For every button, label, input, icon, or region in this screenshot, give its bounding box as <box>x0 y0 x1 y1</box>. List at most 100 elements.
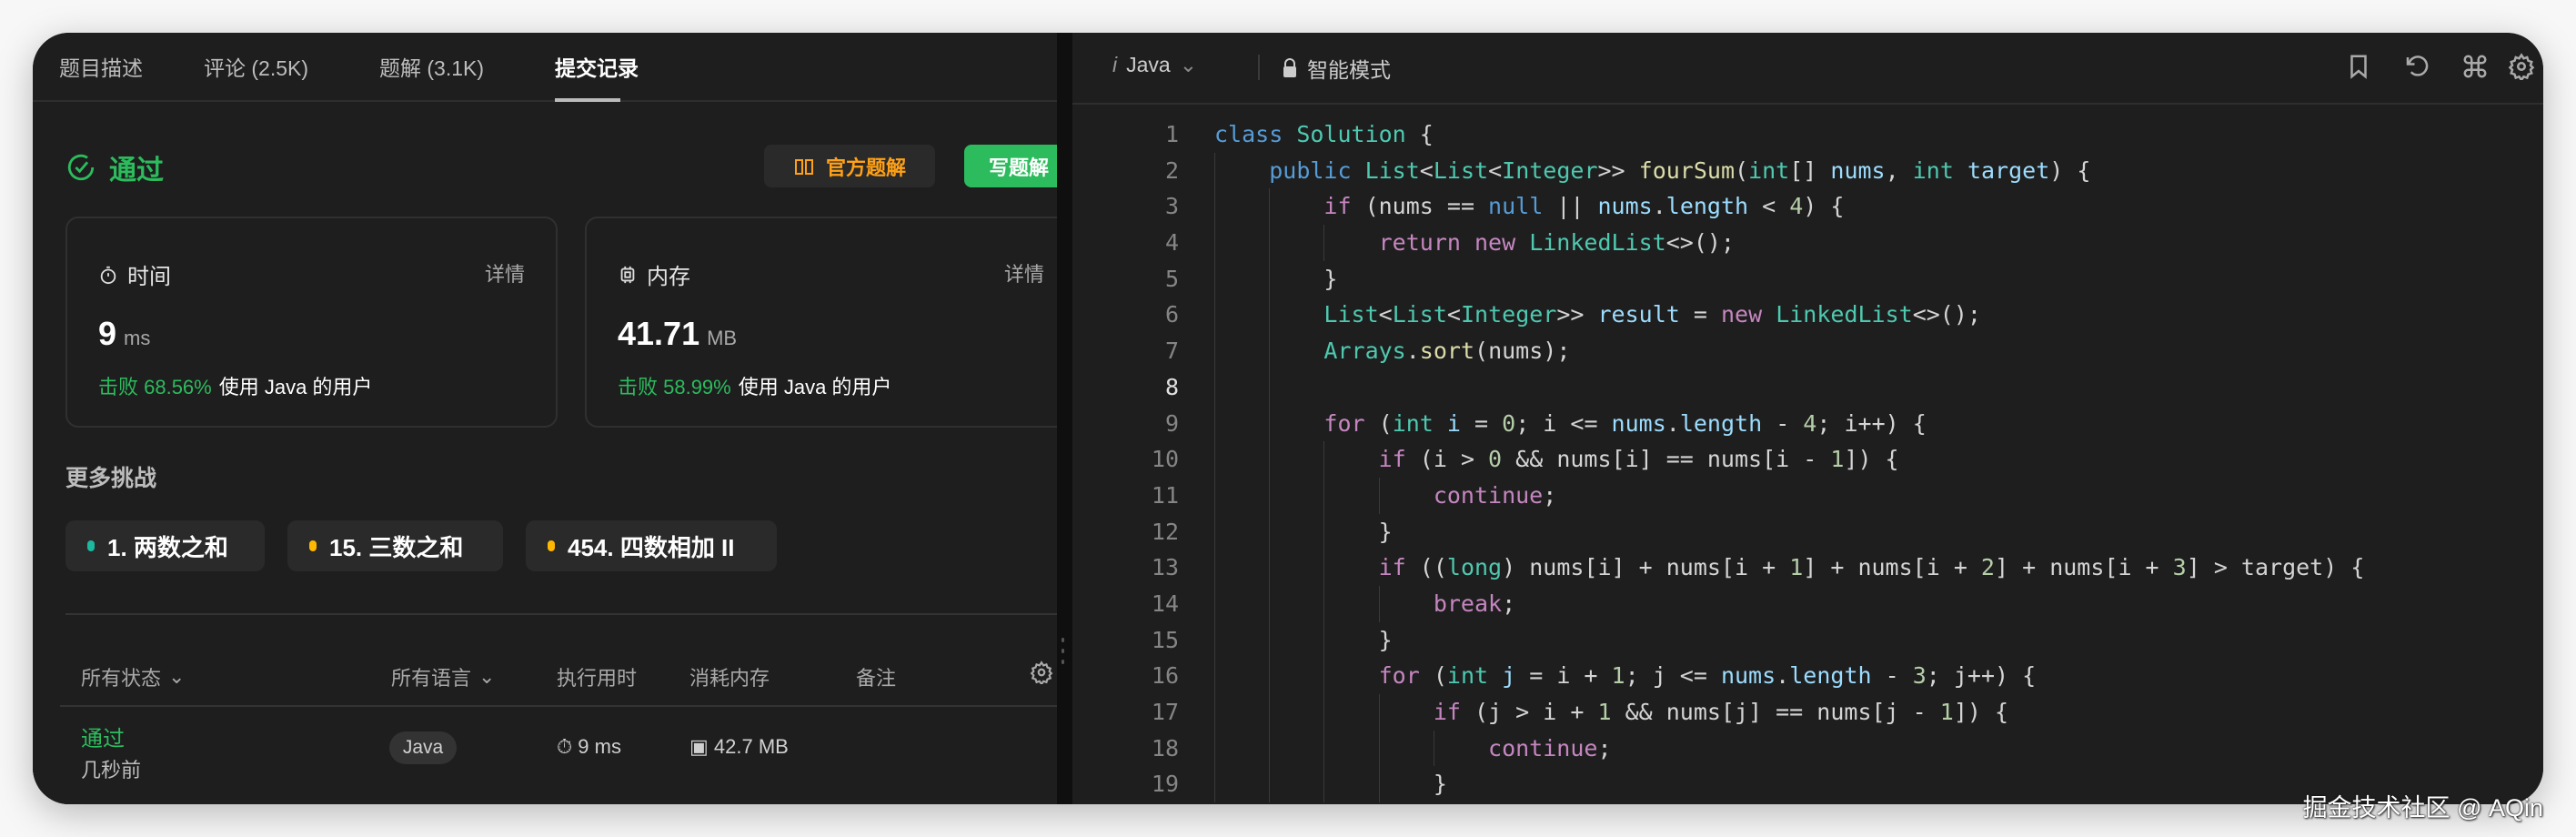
language-select-value: Java <box>1126 53 1171 76</box>
check-circle-icon <box>67 154 95 181</box>
code-token: nums <box>1830 156 1886 184</box>
runtime-unit: ms <box>124 327 151 349</box>
chip-icon <box>620 266 635 283</box>
code-text: class Solution { <box>1214 116 1434 153</box>
line-number: 14 <box>1151 590 1179 617</box>
code-token: List <box>1433 156 1489 184</box>
code-token: . <box>1665 409 1680 437</box>
language-select[interactable]: i Java ⌄ <box>1112 53 1197 77</box>
code-token: result <box>1597 301 1680 328</box>
active-tab-indicator <box>555 98 620 102</box>
code-token: ; <box>1502 590 1516 617</box>
command-icon[interactable] <box>2461 53 2489 80</box>
code-token: ( <box>1735 156 1749 184</box>
code-token: List <box>1364 156 1420 184</box>
code-token: 0 <box>1488 446 1503 473</box>
tab-comments[interactable]: 评论 (2.5K) <box>204 51 308 82</box>
line-number: 10 <box>1151 446 1179 473</box>
code-token: (( <box>1405 554 1447 581</box>
runtime-header: 执行用时 <box>557 667 638 690</box>
code-token: if <box>1433 699 1461 725</box>
code-token: class <box>1214 121 1297 147</box>
challenge-chip[interactable]: 15. 三数之和 <box>287 520 503 571</box>
line-number: 6 <box>1164 301 1179 328</box>
code-token: 1 <box>1597 699 1612 725</box>
difficulty-dot-icon <box>87 540 95 551</box>
code-token: int <box>1392 409 1447 437</box>
runtime-title: 时间 <box>98 258 171 290</box>
line-number: 12 <box>1151 518 1179 545</box>
code-text: } <box>1214 766 1447 802</box>
code-token: if <box>1378 554 1406 581</box>
code-text: if ((long) nums[i] + nums[i + 1] + nums[… <box>1214 550 2365 586</box>
section-divider <box>65 613 1057 615</box>
code-token: < <box>1419 156 1434 184</box>
code-token: Solution <box>1296 121 1406 147</box>
reset-icon[interactable] <box>2403 53 2430 80</box>
code-token: List <box>1392 301 1447 328</box>
code-token: 0 <box>1502 409 1516 437</box>
submission-panel: 题目描述 评论 (2.5K) 题解 (3.1K) 提交记录 通过 官方题解 写题… <box>33 33 1057 804</box>
code-token: LinkedList <box>1776 301 1913 328</box>
code-token: ] > target) { <box>2186 554 2365 581</box>
code-token: return new <box>1378 229 1530 257</box>
code-token: Integer <box>1460 301 1557 328</box>
line-number: 15 <box>1151 626 1179 653</box>
memory-detail-link[interactable]: 详情 <box>1004 258 1044 287</box>
challenge-chip[interactable]: 454. 四数相加 II <box>526 520 777 571</box>
challenge-chip[interactable]: 1. 两数之和 <box>65 520 265 571</box>
memory-number: 41.71 <box>618 315 700 352</box>
code-token: - <box>1762 409 1804 437</box>
code-token: int <box>1446 662 1503 690</box>
status-filter[interactable]: 所有状态 ⌄ <box>81 662 185 691</box>
code-token: for <box>1378 662 1420 690</box>
language-filter[interactable]: 所有语言 ⌄ <box>391 662 495 691</box>
code-token: 1 <box>1789 554 1804 581</box>
code-token: (i > <box>1405 446 1489 473</box>
code-token: 1 <box>1830 446 1845 473</box>
indent-guide <box>1269 368 1271 406</box>
write-solution-button[interactable]: 写题解 <box>964 145 1057 187</box>
row-status[interactable]: 通过 <box>81 721 125 752</box>
code-token: } <box>1214 518 1393 545</box>
tab-submissions[interactable]: 提交记录 <box>555 51 639 82</box>
memory-card: 内存 详情 41.71 MB 击败 58.99% 使用 Java 的用户 <box>585 217 1057 428</box>
chevron-down-icon: ⌄ <box>168 665 186 688</box>
memory-beat: 击败 58.99% 使用 Java 的用户 <box>618 371 891 400</box>
tab-description[interactable]: 题目描述 <box>59 51 143 82</box>
runtime-beat-percent: 击败 68.56% <box>98 376 212 398</box>
difficulty-dot-icon <box>309 540 317 551</box>
bookmark-icon[interactable] <box>2345 53 2372 80</box>
smart-mode-toggle[interactable]: 智能模式 <box>1282 53 1391 84</box>
code-token: } <box>1214 771 1447 798</box>
line-number: 11 <box>1151 481 1179 509</box>
code-token: < <box>1488 156 1503 184</box>
code-token: List <box>1323 301 1379 328</box>
code-token: (j > i + <box>1460 699 1598 725</box>
book-icon <box>794 158 813 175</box>
code-token: && nums[i] == nums[i - <box>1502 446 1831 473</box>
memory-title-text: 内存 <box>647 265 690 289</box>
code-token: Arrays <box>1323 338 1406 365</box>
table-settings-button[interactable] <box>1030 661 1053 684</box>
official-solution-button[interactable]: 官方题解 <box>764 145 935 187</box>
code-token: (nums); <box>1474 338 1571 365</box>
difficulty-dot-icon <box>548 540 555 551</box>
code-token: <>(); <box>1912 301 1981 328</box>
code-token: >> <box>1556 301 1598 328</box>
row-language-badge: Java <box>389 731 457 764</box>
code-token: . <box>1405 338 1420 365</box>
code-token: 3 <box>1912 662 1927 690</box>
code-token: Integer <box>1502 156 1598 184</box>
code-token: target <box>1967 156 2050 184</box>
code-token: < <box>1446 301 1461 328</box>
gear-icon[interactable] <box>2508 53 2535 80</box>
indent-guide <box>1214 368 1215 406</box>
code-editor-panel: i Java ⌄ 智能模式 1 class Solution {2 public … <box>1072 33 2543 804</box>
tab-solutions[interactable]: 题解 (3.1K) <box>379 51 484 82</box>
code-text: break; <box>1214 586 1515 622</box>
runtime-detail-link[interactable]: 详情 <box>485 258 525 287</box>
code-text: } <box>1214 514 1393 550</box>
